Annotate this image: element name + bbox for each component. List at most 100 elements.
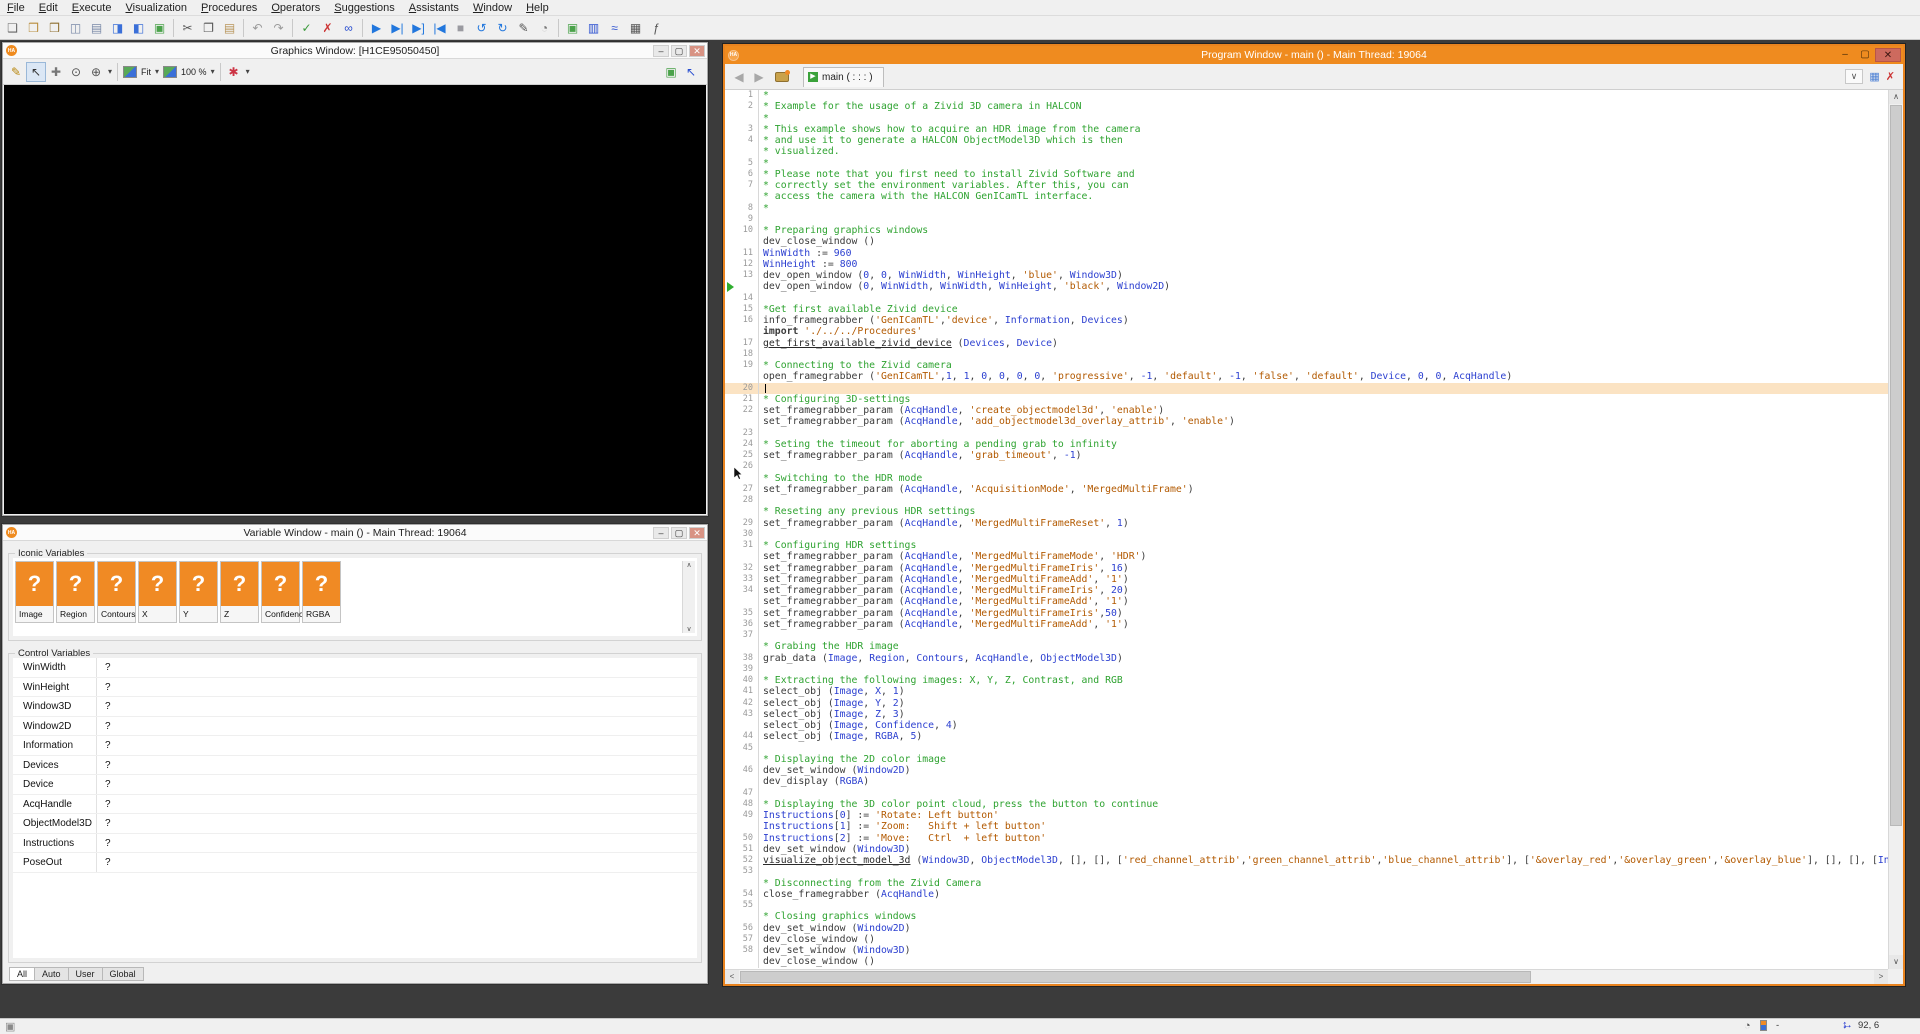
new-program-icon[interactable]: ❑ xyxy=(2,18,23,38)
navigate-back-icon[interactable]: ◀ xyxy=(729,70,749,84)
code-line[interactable]: * access the camera with the HALCON GenI… xyxy=(725,191,1888,202)
cut-icon[interactable]: ✂ xyxy=(177,18,198,38)
code-line[interactable]: 16info_framegrabber ('GenICamTL','device… xyxy=(725,315,1888,326)
close-button[interactable]: ✕ xyxy=(689,527,705,539)
select-arrow-icon[interactable]: ↖ xyxy=(26,62,46,82)
draw-icon[interactable]: ✎ xyxy=(6,62,26,82)
reset-execution-icon[interactable]: ↺ xyxy=(471,18,492,38)
scroll-right-icon[interactable]: > xyxy=(1874,970,1888,984)
code-line[interactable]: 5* xyxy=(725,158,1888,169)
variable-tab-user[interactable]: User xyxy=(68,967,103,981)
zoom-level-value[interactable]: 100 % xyxy=(181,67,207,77)
code-line[interactable]: 2* Example for the usage of a Zivid 3D c… xyxy=(725,101,1888,112)
scroll-up-icon[interactable]: ∧ xyxy=(686,561,691,569)
code-vertical-scrollbar[interactable]: ∧ ∨ xyxy=(1888,90,1903,969)
control-variable-row[interactable]: ObjectModel3D? xyxy=(13,814,697,834)
code-line[interactable]: 56dev_set_window (Window2D) xyxy=(725,923,1888,934)
code-line[interactable]: 47 xyxy=(725,788,1888,799)
pixel-info-icon[interactable]: ▣ xyxy=(661,62,681,82)
redo-icon[interactable]: ↷ xyxy=(268,18,289,38)
code-line[interactable]: set_framegrabber_param (AcqHandle, 'Merg… xyxy=(725,551,1888,562)
code-line[interactable]: 21* Configuring 3D-settings xyxy=(725,394,1888,405)
open-procedure-window-icon[interactable]: ▦ xyxy=(1869,70,1879,83)
control-variable-row[interactable]: Instructions? xyxy=(13,834,697,854)
write-image-icon[interactable]: ◧ xyxy=(128,18,149,38)
code-line[interactable]: 58dev_set_window (Window3D) xyxy=(725,945,1888,956)
graphics-canvas[interactable] xyxy=(4,85,706,514)
code-line[interactable]: 33set_framegrabber_param (AcqHandle, 'Me… xyxy=(725,574,1888,585)
code-line[interactable]: 25set_framegrabber_param (AcqHandle, 'gr… xyxy=(725,450,1888,461)
code-line[interactable]: 43select_obj (Image, Z, 3) xyxy=(725,709,1888,720)
maximize-button[interactable]: ▢ xyxy=(671,527,687,539)
edit-mode-icon[interactable]: ✎ xyxy=(513,18,534,38)
variable-window-titlebar[interactable]: HA Variable Window - main () - Main Thre… xyxy=(3,525,707,541)
code-line[interactable]: 29set_framegrabber_param (AcqHandle, 'Me… xyxy=(725,518,1888,529)
code-line[interactable]: 49Instructions[0] := 'Rotate: Left butto… xyxy=(725,810,1888,821)
zoom-in-icon[interactable]: ⊕ xyxy=(86,62,106,82)
menu-operators[interactable]: Operators xyxy=(264,0,327,16)
delete-procedure-icon[interactable]: ✗ xyxy=(1886,70,1895,83)
control-variable-row[interactable]: WinHeight? xyxy=(13,678,697,698)
control-variable-row[interactable]: Window3D? xyxy=(13,697,697,717)
code-line[interactable]: open_framegrabber ('GenICamTL',1, 1, 0, … xyxy=(725,371,1888,382)
iconic-variable-rgba[interactable]: ?RGBA xyxy=(302,561,341,623)
code-line[interactable]: 12WinHeight := 800 xyxy=(725,259,1888,270)
code-line[interactable]: 48* Displaying the 3D color point cloud,… xyxy=(725,799,1888,810)
program-window-titlebar[interactable]: HA Program Window - main () - Main Threa… xyxy=(725,46,1903,64)
set-pc-icon[interactable]: ↻ xyxy=(492,18,513,38)
code-line[interactable]: 35set_framegrabber_param (AcqHandle, 'Me… xyxy=(725,608,1888,619)
code-line[interactable]: 24* Seting the timeout for aborting a pe… xyxy=(725,439,1888,450)
code-line[interactable]: * Grabing the HDR image xyxy=(725,641,1888,652)
procedures-icon[interactable] xyxy=(775,72,789,82)
code-line[interactable]: set_framegrabber_param (AcqHandle, 'Merg… xyxy=(725,596,1888,607)
code-line[interactable]: 37 xyxy=(725,630,1888,641)
iconic-scrollbar[interactable]: ∧∨ xyxy=(682,561,695,633)
menu-window[interactable]: Window xyxy=(466,0,519,16)
code-line[interactable]: 42select_obj (Image, Y, 2) xyxy=(725,698,1888,709)
gray-histogram-icon[interactable]: ▥ xyxy=(583,18,604,38)
scroll-down-icon[interactable]: ∨ xyxy=(1889,955,1903,969)
code-horizontal-scrollbar[interactable]: < > xyxy=(725,969,1888,984)
print-program-icon[interactable]: ▤ xyxy=(86,18,107,38)
scroll-down-icon[interactable]: ∨ xyxy=(686,625,691,633)
check-syntax-icon[interactable]: ✓ xyxy=(296,18,317,38)
control-variable-row[interactable]: Device? xyxy=(13,775,697,795)
code-line[interactable]: 26 xyxy=(725,461,1888,472)
code-line[interactable]: 19* Connecting to the Zivid camera xyxy=(725,360,1888,371)
image-acquisition-icon[interactable]: ▣ xyxy=(149,18,170,38)
code-line[interactable]: dev_open_window (0, WinWidth, WinWidth, … xyxy=(725,281,1888,292)
code-line[interactable]: 7* correctly set the environment variabl… xyxy=(725,180,1888,191)
control-variable-row[interactable]: Window2D? xyxy=(13,717,697,737)
code-line[interactable]: 50Instructions[2] := 'Move: Ctrl + left … xyxy=(725,833,1888,844)
step-over-icon[interactable]: ▶| xyxy=(387,18,408,38)
color-dropdown-icon[interactable]: ▾ xyxy=(246,67,250,76)
code-line[interactable]: * Disconnecting from the Zivid Camera xyxy=(725,878,1888,889)
code-line[interactable]: 11WinWidth := 960 xyxy=(725,248,1888,259)
menu-help[interactable]: Help xyxy=(519,0,556,16)
code-line[interactable]: 52visualize_object_model_3d (Window3D, O… xyxy=(725,855,1888,866)
code-line[interactable]: 53 xyxy=(725,866,1888,877)
code-line[interactable]: 14 xyxy=(725,293,1888,304)
color-settings-icon[interactable]: ✱ xyxy=(224,62,244,82)
code-line[interactable]: 55 xyxy=(725,900,1888,911)
vertical-scroll-thumb[interactable] xyxy=(1890,105,1902,826)
maximize-button[interactable]: ▢ xyxy=(1855,48,1875,62)
code-line[interactable]: dev_close_window () xyxy=(725,956,1888,967)
copy-icon[interactable]: ❐ xyxy=(198,18,219,38)
control-variable-row[interactable]: PoseOut? xyxy=(13,853,697,873)
code-line[interactable]: 10* Preparing graphics windows xyxy=(725,225,1888,236)
step-out-icon[interactable]: |◀ xyxy=(429,18,450,38)
fit-mode-value[interactable]: Fit xyxy=(141,67,151,77)
iconic-variable-z[interactable]: ?Z xyxy=(220,561,259,623)
code-line[interactable]: Instructions[1] := 'Zoom: Shift + left b… xyxy=(725,821,1888,832)
code-line[interactable]: 22set_framegrabber_param (AcqHandle, 'cr… xyxy=(725,405,1888,416)
fit-dropdown-icon[interactable]: ▾ xyxy=(155,67,159,76)
code-line[interactable]: 31* Configuring HDR settings xyxy=(725,540,1888,551)
code-line[interactable]: 41select_obj (Image, X, 1) xyxy=(725,686,1888,697)
operator-window-icon[interactable]: ƒ xyxy=(646,18,667,38)
code-line[interactable]: 13dev_open_window (0, 0, WinWidth, WinHe… xyxy=(725,270,1888,281)
zoom-dropdown-icon[interactable]: ▾ xyxy=(108,67,112,76)
code-line[interactable]: 23 xyxy=(725,428,1888,439)
iconic-variable-contours[interactable]: ?Contours xyxy=(97,561,136,623)
code-line[interactable]: 9 xyxy=(725,214,1888,225)
